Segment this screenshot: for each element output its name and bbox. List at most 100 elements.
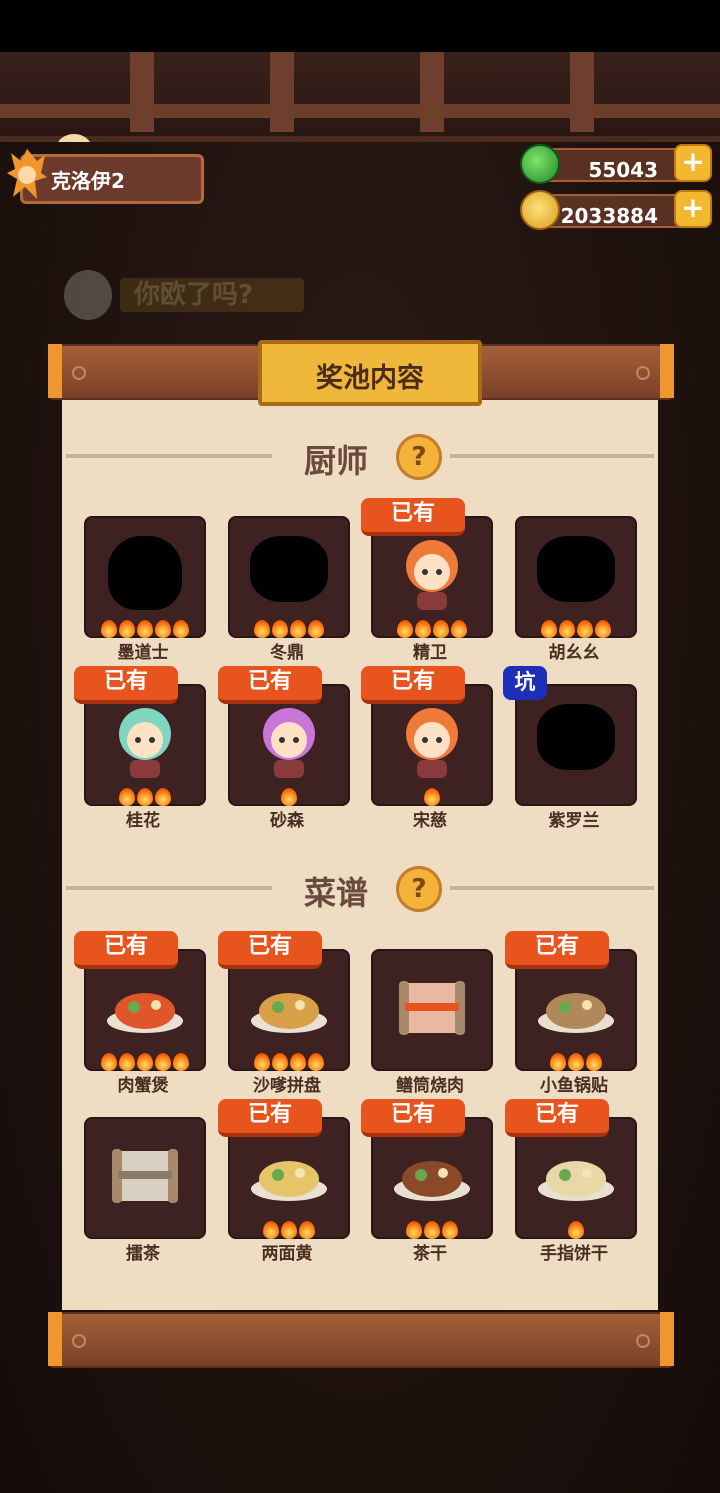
coin-icon xyxy=(520,190,560,230)
chef-name: 砂森 xyxy=(270,811,304,831)
dish-icon xyxy=(538,993,614,1033)
recipe-name: 手指饼干 xyxy=(540,1244,608,1264)
flame-icon xyxy=(137,788,153,806)
rarity-flames xyxy=(86,1053,204,1071)
owned-badge: 已有 xyxy=(505,931,609,969)
dish-icon xyxy=(107,993,183,1033)
chef-card[interactable] xyxy=(84,516,206,638)
flame-icon xyxy=(541,620,557,638)
panel-title: 奖池内容 xyxy=(316,363,424,394)
flame-icon xyxy=(137,1053,153,1071)
coin-value: 2033884 xyxy=(560,204,658,228)
wooden-beam xyxy=(0,52,720,168)
flame-icon xyxy=(101,620,117,638)
chef-portrait-icon xyxy=(119,708,171,778)
flame-icon xyxy=(550,1053,566,1071)
recipe-name: 茶干 xyxy=(413,1244,447,1264)
owned-badge: 已有 xyxy=(361,666,465,704)
rarity-flames xyxy=(86,620,204,638)
flame-icon xyxy=(137,620,153,638)
chef-name: 精卫 xyxy=(413,643,447,663)
scroll-rod-bottom xyxy=(48,1312,674,1368)
flame-icon xyxy=(155,788,171,806)
owned-badge: 已有 xyxy=(218,931,322,969)
recipe-name: 沙嗲拼盘 xyxy=(253,1076,321,1096)
flame-icon xyxy=(559,620,575,638)
chef-silhouette xyxy=(108,536,182,610)
recipe-name: 擂茶 xyxy=(126,1244,160,1264)
rarity-flames xyxy=(373,1221,491,1239)
background-banner: 你欧了吗? xyxy=(64,266,304,322)
locked-scroll-icon xyxy=(399,981,465,1035)
flame-icon xyxy=(433,620,449,638)
flame-icon xyxy=(119,620,135,638)
flame-icon xyxy=(586,1053,602,1071)
dish-icon xyxy=(538,1161,614,1201)
add-jade-button[interactable]: + xyxy=(674,144,712,182)
chef-name: 墨道士 xyxy=(117,643,169,663)
recipe-card[interactable] xyxy=(371,949,493,1071)
flame-icon xyxy=(281,788,297,806)
owned-badge: 已有 xyxy=(74,931,178,969)
chef-silhouette xyxy=(537,536,615,602)
owned-badge: 已有 xyxy=(505,1099,609,1137)
owned-badge: 已有 xyxy=(218,666,322,704)
chef-name: 冬鼎 xyxy=(270,643,304,663)
owned-badge: 已有 xyxy=(218,1099,322,1137)
recipe-card[interactable] xyxy=(84,1117,206,1239)
chef-card[interactable] xyxy=(515,684,637,806)
rarity-flames xyxy=(86,788,204,806)
rarity-flames xyxy=(517,620,635,638)
chef-card[interactable] xyxy=(228,516,350,638)
chef-avatar-icon xyxy=(7,149,47,199)
flame-icon xyxy=(397,620,413,638)
flame-icon xyxy=(308,620,324,638)
flame-icon xyxy=(415,620,431,638)
chef-portrait-icon xyxy=(406,708,458,778)
flame-icon xyxy=(442,1221,458,1239)
recipes-section-header: 菜谱 ? xyxy=(62,864,658,914)
coin-currency: 2033884 + xyxy=(520,190,712,230)
status-bar-area xyxy=(0,0,720,52)
chefs-help-button[interactable]: ? xyxy=(396,434,442,480)
chefs-section-header: 厨师 ? xyxy=(62,432,658,482)
recipe-name: 两面黄 xyxy=(261,1244,313,1264)
panel-title-plate: 奖池内容 xyxy=(258,340,482,406)
chef-portrait-icon xyxy=(263,708,315,778)
chefs-section-title: 厨师 xyxy=(304,442,369,480)
chef-name: 胡幺幺 xyxy=(548,643,600,663)
rarity-flames xyxy=(373,788,491,806)
flame-icon xyxy=(568,1221,584,1239)
flame-icon xyxy=(173,1053,189,1071)
jade-value: 55043 xyxy=(588,158,658,182)
owned-badge: 已有 xyxy=(74,666,178,704)
chef-card[interactable] xyxy=(515,516,637,638)
dish-icon xyxy=(251,993,327,1033)
recipe-name: 小鱼锅贴 xyxy=(540,1076,608,1096)
chef-silhouette xyxy=(537,704,615,770)
flame-icon xyxy=(406,1221,422,1239)
flame-icon xyxy=(281,1221,297,1239)
rarity-flames xyxy=(230,1053,348,1071)
owned-badge: 已有 xyxy=(361,498,465,536)
locked-scroll-icon xyxy=(112,1149,178,1203)
flame-icon xyxy=(308,1053,324,1071)
owned-badge: 已有 xyxy=(361,1099,465,1137)
player-name: 克洛伊2 xyxy=(51,169,125,193)
recipes-help-button[interactable]: ? xyxy=(396,866,442,912)
flame-icon xyxy=(272,1053,288,1071)
flame-icon xyxy=(254,1053,270,1071)
flame-icon xyxy=(119,788,135,806)
rarity-flames xyxy=(230,1221,348,1239)
flame-icon xyxy=(254,620,270,638)
flame-icon xyxy=(568,1053,584,1071)
chef-silhouette xyxy=(250,536,328,602)
chef-name: 紫罗兰 xyxy=(548,811,600,831)
flame-icon xyxy=(173,620,189,638)
mascot-icon xyxy=(64,270,112,320)
flame-icon xyxy=(155,1053,171,1071)
flame-icon xyxy=(101,1053,117,1071)
player-plate[interactable]: 克洛伊2 xyxy=(7,149,204,204)
add-coin-button[interactable]: + xyxy=(674,190,712,228)
flame-icon xyxy=(451,620,467,638)
